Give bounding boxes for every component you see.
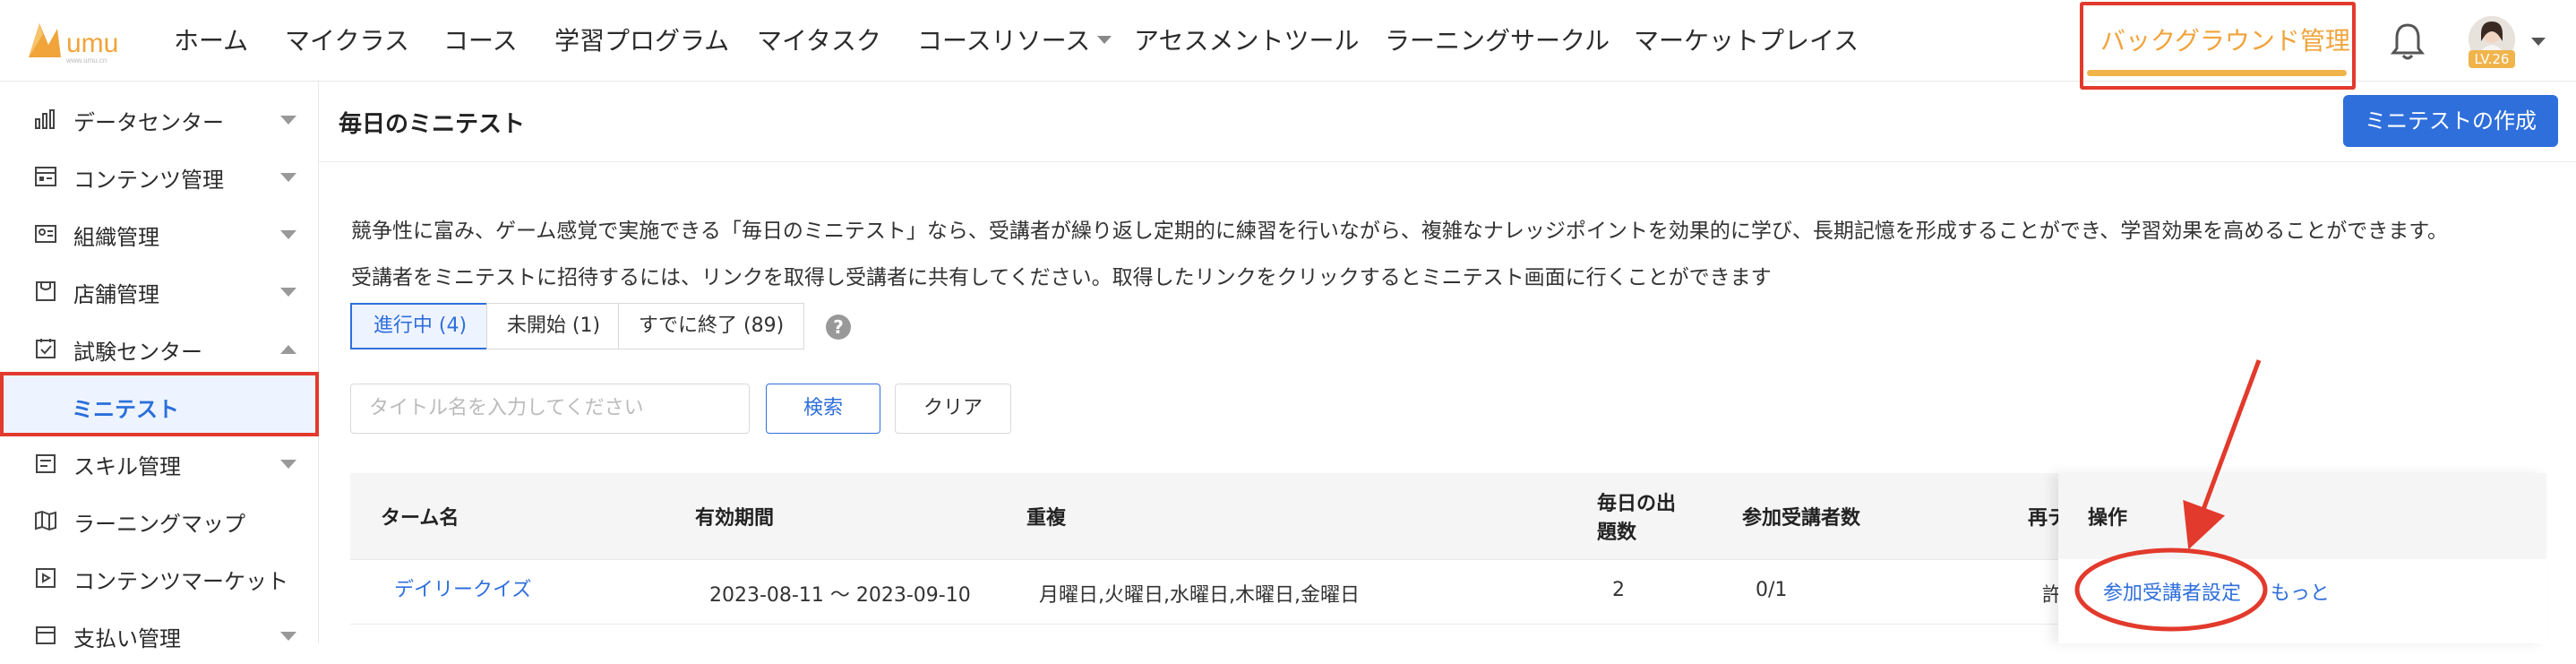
search-input[interactable]: タイトル名を入力してください — [350, 384, 750, 434]
chevron-down-icon — [1097, 35, 1112, 44]
svg-text:www.umu.cn: www.umu.cn — [65, 56, 107, 65]
table-cell-repeat: 月曜日,火曜日,水曜日,木曜日,金曜日 — [1039, 584, 1360, 607]
divider — [319, 161, 2576, 162]
sidebar-item-label: コンテンツ管理 — [73, 168, 224, 193]
sidebar-item-label: 支払い管理 — [73, 626, 181, 651]
table-cell-period: 2023-08-11 ～ 2023-09-10 — [709, 584, 971, 607]
skill-icon — [36, 454, 56, 473]
term-name-link[interactable]: デイリークイズ — [394, 573, 531, 602]
market-icon — [36, 568, 56, 588]
chevron-down-icon — [280, 116, 296, 125]
id-card-icon — [35, 225, 56, 243]
bar-chart-icon — [35, 109, 55, 129]
table-cell-daily-count: 2 — [1612, 579, 1625, 601]
bell-icon[interactable] — [2390, 22, 2426, 61]
nav-my-class[interactable]: マイクラス — [285, 22, 409, 57]
sidebar-item-label: データセンター — [73, 110, 224, 135]
nav-marketplace[interactable]: マーケットプレイス — [1634, 22, 1859, 57]
svg-text:umu: umu — [66, 29, 118, 58]
page-title: 毎日のミニテスト — [339, 111, 526, 138]
sidebar-item-exam-center[interactable]: 試験センター — [0, 320, 318, 377]
create-mini-test-button[interactable]: ミニテストの作成 — [2343, 95, 2558, 147]
level-badge: LV.26 — [2469, 50, 2515, 68]
chevron-down-icon[interactable] — [2531, 38, 2546, 46]
chevron-down-icon — [280, 230, 296, 239]
store-icon — [36, 281, 56, 301]
chevron-down-icon — [280, 460, 296, 469]
chevron-up-icon — [280, 345, 296, 354]
sidebar-item-content-management[interactable]: コンテンツ管理 — [0, 148, 318, 205]
description-text: 競争性に富み、ゲーム感覚で実施できる「毎日のミニテスト」なら、受講者が繰り返し定… — [351, 220, 2448, 243]
sidebar-item-label: スキル管理 — [73, 454, 181, 479]
nav-course-resources[interactable]: コースリソース — [917, 22, 1112, 57]
tab-not-started[interactable]: 未開始 (1) — [486, 303, 621, 349]
sidebar-item-payment-management[interactable]: 支払い管理 — [0, 607, 318, 664]
participant-settings-link[interactable]: 参加受講者設定 — [2103, 577, 2241, 606]
nav-course[interactable]: コース — [443, 22, 518, 57]
nav-assessment-tools[interactable]: アセスメントツール — [1134, 22, 1359, 57]
actions-column-header — [2058, 473, 2546, 559]
sidebar-item-data-center[interactable]: データセンター — [0, 91, 318, 148]
column-header-daily-count-line2: 題数 — [1597, 522, 1637, 544]
help-icon[interactable]: ? — [826, 315, 851, 340]
annotation-highlight-box — [0, 372, 319, 436]
annotation-highlight-box — [2080, 2, 2356, 90]
map-icon — [35, 510, 56, 531]
column-header-daily-count: 毎日の出 — [1597, 493, 1677, 515]
sidebar-item-label: 試験センター — [73, 340, 202, 365]
sidebar-item-label: コンテンツマーケット — [73, 569, 288, 594]
sidebar-item-store-management[interactable]: 店舗管理 — [0, 263, 318, 320]
chevron-down-icon — [280, 288, 296, 297]
column-header-term-name: ターム名 — [381, 507, 459, 530]
chevron-down-icon — [280, 173, 296, 182]
nav-course-resources-label: コースリソース — [917, 26, 1091, 56]
chevron-down-icon — [280, 632, 296, 641]
nav-learning-circle[interactable]: ラーニングサークル — [1385, 22, 1610, 57]
content-icon — [35, 167, 56, 186]
column-header-participants: 参加受講者数 — [1742, 507, 1861, 530]
clear-button[interactable]: クリア — [895, 384, 1011, 434]
tab-in-progress[interactable]: 進行中 (4) — [350, 303, 490, 349]
payment-icon — [36, 626, 56, 644]
tab-finished[interactable]: すでに終了 (89) — [618, 303, 804, 349]
nav-my-task[interactable]: マイタスク — [757, 22, 881, 57]
sidebar-item-label: 店舗管理 — [73, 282, 159, 307]
nav-learning-program[interactable]: 学習プログラム — [554, 22, 729, 57]
actions-column — [2058, 473, 2546, 643]
sidebar-item-skill-management[interactable]: スキル管理 — [0, 435, 318, 492]
column-header-period: 有効期間 — [695, 507, 775, 530]
sidebar-item-label: 組織管理 — [73, 225, 159, 250]
sidebar-item-learning-map[interactable]: ラーニングマップ — [0, 492, 318, 549]
sidebar-item-content-market[interactable]: コンテンツマーケット — [0, 549, 318, 607]
sidebar-item-label: ラーニングマップ — [73, 512, 245, 537]
exam-icon — [36, 339, 56, 358]
umu-logo[interactable]: umu www.umu.cn — [27, 18, 143, 65]
nav-home[interactable]: ホーム — [174, 22, 248, 57]
table-cell-participants: 0/1 — [1756, 579, 1788, 601]
column-header-repeat: 重複 — [1026, 507, 1067, 530]
invite-description-text: 受講者をミニテストに招待するには、リンクを取得し受講者に共有してください。取得し… — [351, 266, 1772, 289]
column-header-actions: 操作 — [2088, 507, 2128, 530]
more-link[interactable]: もっと — [2271, 577, 2330, 606]
search-button[interactable]: 検索 — [766, 384, 880, 434]
sidebar-item-organization-management[interactable]: 組織管理 — [0, 205, 318, 263]
